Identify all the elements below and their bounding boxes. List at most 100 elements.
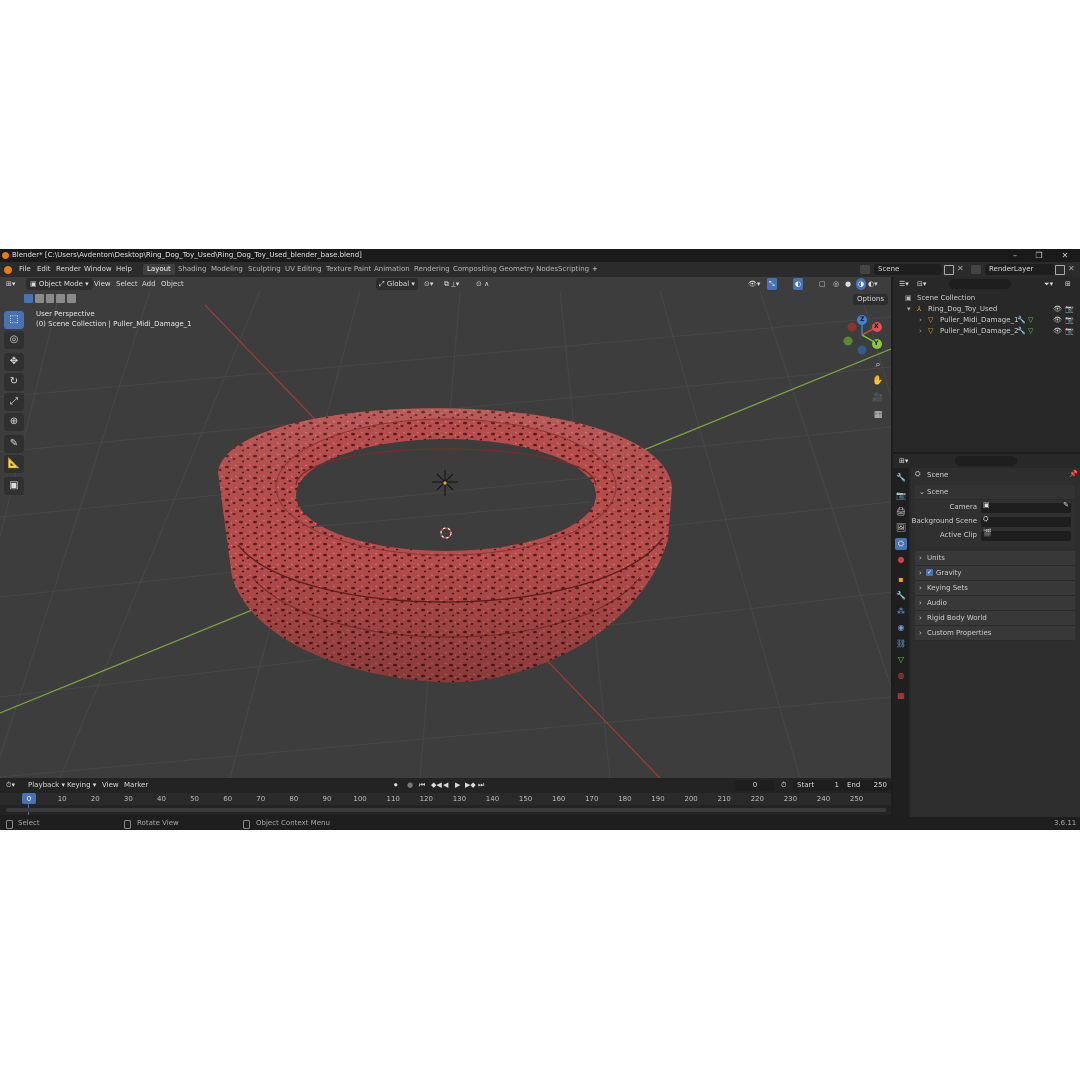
new-scene-icon[interactable]	[944, 265, 954, 275]
eye-icon[interactable]: 👁	[1053, 315, 1062, 326]
perspective-grid-icon[interactable]: ▦	[871, 408, 885, 422]
object-tab-icon[interactable]: ▪	[895, 574, 907, 586]
measure-tool[interactable]: 📐	[4, 455, 24, 473]
mesh-data-icon[interactable]: ▽	[1028, 315, 1033, 326]
gravity-panel-header[interactable]: › ✓ Gravity	[915, 566, 1075, 581]
select-mode-icons[interactable]	[24, 294, 76, 303]
physics-tab-icon[interactable]: ◉	[895, 622, 907, 634]
overlay-toggle-icon[interactable]: ◐	[793, 278, 804, 290]
timeline-scrollbar[interactable]	[6, 808, 886, 812]
menu-select[interactable]: Select	[116, 278, 138, 290]
options-button[interactable]: Options	[853, 294, 889, 305]
shading-solid-icon[interactable]: ●	[845, 278, 851, 290]
texture-tab-icon[interactable]: ▦	[895, 690, 907, 702]
camera-view-icon[interactable]: 🎥	[871, 391, 885, 405]
menu-playback[interactable]: Playback ▾	[28, 779, 65, 791]
prev-keyframe-button[interactable]: ◆◀	[431, 779, 442, 791]
maximize-button[interactable]: ❐	[1027, 249, 1051, 262]
render-tab-icon[interactable]: 📷	[895, 490, 907, 502]
tab-animation[interactable]: Animation	[370, 264, 414, 275]
zoom-icon[interactable]: ⌕	[871, 358, 885, 372]
output-tab-icon[interactable]: 🖨	[895, 506, 907, 518]
end-frame-field[interactable]: End 250	[843, 780, 891, 791]
tab-layout[interactable]: Layout	[143, 264, 175, 275]
proportional-edit-icon[interactable]: ⊙ ∧	[476, 278, 489, 290]
mesh-data-icon[interactable]: ▽	[1028, 326, 1033, 337]
menu-add[interactable]: Add	[142, 278, 156, 290]
jump-end-button[interactable]: ⏭	[478, 779, 484, 791]
tab-rendering[interactable]: Rendering	[410, 264, 454, 275]
start-frame-field[interactable]: Start 1	[793, 780, 843, 791]
play-reverse-button[interactable]: ◀	[443, 779, 448, 791]
eyedropper-icon[interactable]: ✎	[1063, 501, 1069, 509]
scene-selector[interactable]: Scene	[874, 264, 942, 275]
transform-tool[interactable]: ⊕	[4, 413, 24, 431]
shading-rendered-icon[interactable]: ◐▾	[868, 278, 878, 290]
world-tab-icon[interactable]: ●	[895, 554, 907, 566]
material-tab-icon[interactable]: ◍	[895, 670, 907, 682]
properties-search-input[interactable]	[955, 456, 1017, 466]
outliner-row-ring-dog-toy[interactable]: ▾ ⅄ Ring_Dog_Toy_Used 👁 📷	[893, 304, 1080, 315]
new-collection-icon[interactable]: ⊞	[1065, 278, 1071, 290]
units-panel-header[interactable]: › Units	[915, 551, 1075, 566]
scene-icon[interactable]	[860, 265, 870, 274]
gizmo-x-label[interactable]: X	[874, 323, 879, 330]
expand-chevron-icon[interactable]: ›	[919, 326, 922, 337]
tool-tab-icon[interactable]: 🔧	[895, 472, 907, 484]
camera-render-icon[interactable]: 📷	[1065, 304, 1074, 315]
remove-view-layer-icon[interactable]: ✕	[1068, 265, 1076, 273]
constraints-tab-icon[interactable]: ⛓	[895, 638, 907, 650]
annotate-tool[interactable]: ✎	[4, 435, 24, 453]
eye-icon[interactable]: 👁	[1053, 304, 1062, 315]
filter-icon[interactable]: ⏷▾	[1044, 278, 1053, 290]
custom-properties-panel-header[interactable]: › Custom Properties	[915, 626, 1075, 641]
visibility-icon[interactable]: 👁▾	[748, 278, 760, 290]
next-keyframe-button[interactable]: ▶◆	[465, 779, 476, 791]
tab-compositing[interactable]: Compositing	[449, 264, 501, 275]
select-intersect-icon[interactable]	[67, 294, 76, 303]
select-invert-icon[interactable]	[56, 294, 66, 303]
data-tab-icon[interactable]: ▽	[895, 654, 907, 666]
shading-material-icon[interactable]: ◑	[856, 278, 867, 290]
close-button[interactable]: ✕	[1053, 249, 1077, 262]
new-view-layer-icon[interactable]	[1055, 265, 1065, 275]
gizmo-z-label[interactable]: Z	[860, 316, 864, 323]
pan-hand-icon[interactable]: ✋	[871, 374, 885, 388]
menu-render[interactable]: Render	[56, 262, 81, 277]
pin-icon[interactable]: 📌	[1069, 470, 1078, 478]
modifier-wrench-icon[interactable]: 🔧	[1017, 326, 1026, 337]
tab-shading[interactable]: Shading	[174, 264, 210, 275]
scene-tab-icon[interactable]: ⛭	[895, 538, 907, 550]
outliner-row-puller-1[interactable]: › ▽ Puller_Midi_Damage_1 🔧 ▽ 👁 📷	[893, 315, 1080, 326]
shading-wireframe-icon[interactable]: ◎	[833, 278, 839, 290]
play-button[interactable]: ▶	[455, 779, 460, 791]
menu-file[interactable]: File	[19, 262, 31, 277]
menu-help[interactable]: Help	[116, 262, 132, 277]
jump-start-button[interactable]: ⏮	[419, 779, 425, 791]
select-new-icon[interactable]	[24, 294, 33, 303]
keying-sets-panel-header[interactable]: › Keying Sets	[915, 581, 1075, 596]
minimize-button[interactable]: –	[1003, 249, 1027, 262]
camera-render-icon[interactable]: 📷	[1065, 315, 1074, 326]
collapse-chevron-icon[interactable]: ▾	[907, 304, 911, 315]
eye-icon[interactable]: 👁	[1053, 326, 1062, 337]
view-layer-tab-icon[interactable]: 🖼	[895, 522, 907, 534]
outliner-editor[interactable]: ☰▾ ⊟▾ ⏷▾ ⊞ ▣ Scene Collection ▾ ⅄ Ring_D…	[893, 277, 1080, 452]
timeline-editor[interactable]: ⏱▾ Playback ▾ Keying ▾ View Marker ⏺ ● ⏮…	[0, 778, 891, 815]
scale-tool[interactable]: ⤢	[4, 393, 24, 411]
gizmo-y-label[interactable]: Y	[874, 340, 878, 347]
remove-scene-icon[interactable]: ✕	[957, 265, 965, 273]
move-tool[interactable]: ✥	[4, 353, 24, 371]
outliner-row-scene-collection[interactable]: ▣ Scene Collection	[893, 293, 1080, 304]
current-frame-field[interactable]: 0	[735, 780, 775, 791]
particles-tab-icon[interactable]: ⁂	[895, 606, 907, 618]
add-workspace-button[interactable]: +	[592, 262, 598, 277]
keyframe-dot-icon[interactable]: ●	[407, 779, 413, 791]
menu-window[interactable]: Window	[84, 262, 112, 277]
outliner-search-input[interactable]	[949, 279, 1011, 289]
outliner-editor-type-icon[interactable]: ☰▾	[899, 278, 909, 290]
gizmo-toggle-icon[interactable]: ⤡	[767, 278, 777, 290]
select-box-tool[interactable]: ⬚	[4, 311, 24, 329]
menu-keying[interactable]: Keying ▾	[67, 779, 96, 791]
properties-editor[interactable]: ⊞▾ 🔧 📷 🖨 🖼 ⛭ ● ▪ 🔧 ⁂ ◉ ⛓ ▽ ◍ ▦ ⛭ Scene 📌…	[893, 454, 1080, 817]
